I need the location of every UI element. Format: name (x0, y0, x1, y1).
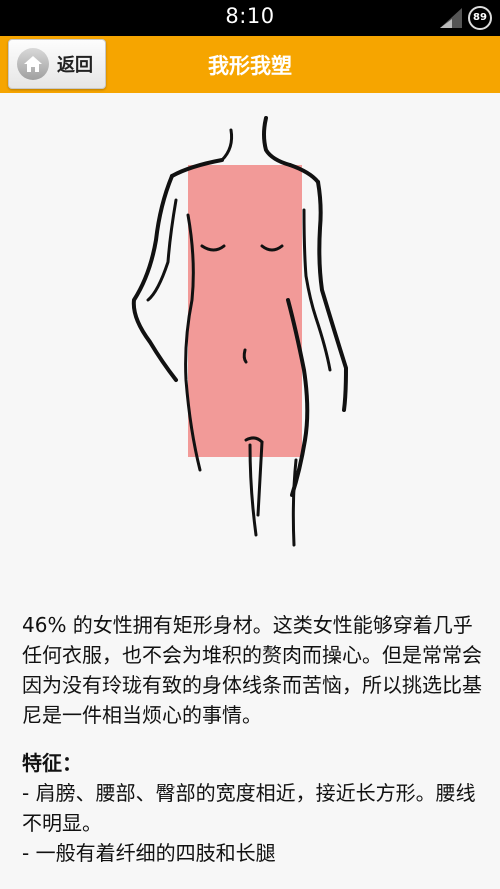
feature-item: - 一般有着纤细的四肢和长腿 (22, 841, 276, 865)
page-title: 我形我塑 (208, 54, 292, 78)
feature-item: - 肩膀、腰部、臀部的宽度相近，接近长方形。腰线不明显。 (22, 781, 476, 835)
title-bar: 返回 我形我塑 (0, 36, 500, 93)
status-bar: 8:10 89 (0, 0, 500, 36)
battery-icon: 89 (468, 6, 492, 30)
rectangle-shape-overlay (188, 165, 302, 457)
body-shape-illustration (131, 116, 348, 547)
status-time: 8:10 (225, 4, 275, 28)
signal-icon (440, 8, 462, 28)
features-heading: 特征： (22, 751, 82, 775)
body-type-description: 46% 的女性拥有矩形身材。这类女性能够穿着几乎任何衣服，也不会为堆积的赘肉而操… (22, 613, 482, 727)
